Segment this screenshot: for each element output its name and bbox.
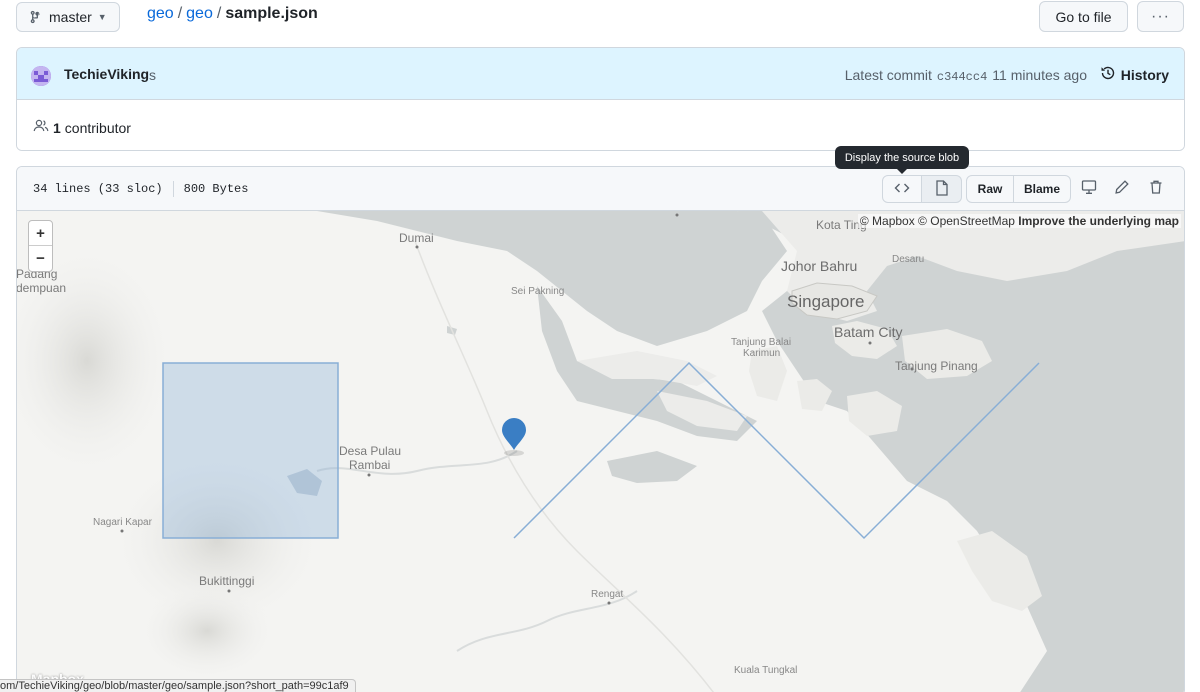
place-dot <box>367 473 371 477</box>
history-link[interactable]: History <box>1100 65 1169 84</box>
map-label: Rengat <box>591 589 624 600</box>
latest-commit-box: TechieViking s Latest commit c344cc4 11 … <box>16 47 1185 151</box>
commit-header: TechieViking s Latest commit c344cc4 11 … <box>17 48 1184 100</box>
map-label: Karimun <box>743 348 781 359</box>
map-label: Desa Pulau <box>339 444 402 458</box>
view-toggle <box>882 175 962 203</box>
place-dot <box>227 589 231 593</box>
branch-icon <box>29 10 43 24</box>
branch-selector[interactable]: master ▼ <box>16 2 120 32</box>
raw-button[interactable]: Raw <box>966 175 1014 203</box>
zoom-controls: + − <box>28 220 53 272</box>
map-label: dempuan <box>17 281 67 295</box>
file-header: 34 lines (33 sloc) 800 Bytes Raw Blame <box>17 167 1184 211</box>
commit-message-link[interactable]: s <box>149 67 156 83</box>
file-icon <box>935 179 949 199</box>
map-label: Bukittinggi <box>199 574 255 588</box>
status-bar-url: om/TechieViking/geo/blob/master/geo/samp… <box>0 679 356 692</box>
map-label: Desaru <box>892 254 925 265</box>
map-label: Kuala Tungkal <box>734 665 798 676</box>
geojson-point-marker[interactable] <box>502 418 526 450</box>
contributors-row: 1 contributor <box>17 100 1184 150</box>
map-label: Sei Pakning <box>511 286 565 297</box>
line-count: 34 lines (33 sloc) <box>33 182 163 196</box>
breadcrumb-folder-link[interactable]: geo <box>186 5 213 23</box>
divider <box>172 181 174 197</box>
improve-map-link[interactable]: Improve the underlying map <box>1018 214 1179 228</box>
tooltip: Display the source blob <box>835 146 969 174</box>
zoom-in-button[interactable]: + <box>29 221 52 246</box>
file-size: 800 Bytes <box>183 182 249 196</box>
attribution-text[interactable]: © Mapbox © OpenStreetMap <box>860 214 1015 228</box>
terrain-shade <box>137 581 277 681</box>
geojson-polygon[interactable] <box>162 362 339 539</box>
map-label: Dumai <box>399 231 434 245</box>
breadcrumb: geo / geo / sample.json <box>147 5 318 23</box>
chevron-down-icon: ▼ <box>97 12 107 22</box>
contributor-label: contributor <box>64 119 131 136</box>
file-info: 34 lines (33 sloc) 800 Bytes <box>33 181 248 197</box>
contributors-link[interactable]: 1 contributor <box>33 118 131 137</box>
contributor-count: 1 <box>53 119 61 136</box>
commit-sha-link[interactable]: c344cc4 <box>937 70 987 84</box>
marker-shadow <box>504 450 524 456</box>
raw-blame-group: Raw Blame <box>966 175 1071 203</box>
place-dot <box>415 245 419 249</box>
people-icon <box>33 118 49 137</box>
map-label: Rambai <box>349 458 391 472</box>
breadcrumb-separator: / <box>216 5 222 22</box>
repo-topbar: master ▼ geo / geo / sample.json Go to f… <box>0 0 1200 40</box>
river <box>607 451 697 483</box>
go-to-file-button[interactable]: Go to file <box>1039 1 1128 32</box>
display-rendered-button[interactable] <box>922 175 962 203</box>
history-icon <box>1100 65 1116 84</box>
river-line <box>456 590 638 652</box>
commit-author-link[interactable]: TechieViking <box>64 66 149 82</box>
breadcrumb-repo-link[interactable]: geo <box>147 5 174 23</box>
place-dot <box>868 341 872 345</box>
desktop-icon[interactable] <box>1081 179 1097 195</box>
branch-name: master <box>49 9 92 25</box>
place-dot <box>607 601 611 605</box>
breadcrumb-filename: sample.json <box>225 5 318 22</box>
avatar[interactable] <box>31 66 51 86</box>
file-viewer: 34 lines (33 sloc) 800 Bytes Raw Blame +… <box>16 166 1185 692</box>
map-canvas <box>17 211 1184 692</box>
map-label: Tanjung Pinang <box>895 359 978 373</box>
commit-meta: Latest commit c344cc4 11 minutes ago <box>845 67 1087 84</box>
place-dot <box>120 529 124 533</box>
history-label: History <box>1120 66 1169 83</box>
map-label: Johor Bahru <box>781 258 858 274</box>
trash-icon[interactable] <box>1148 179 1164 195</box>
geojson-map[interactable]: + − © Mapbox © OpenStreetMap Improve the… <box>17 211 1184 692</box>
pencil-icon[interactable] <box>1114 179 1130 195</box>
map-label: Singapore <box>787 292 865 311</box>
breadcrumb-separator: / <box>177 5 183 22</box>
map-label: Nagari Kapar <box>93 517 152 528</box>
zoom-out-button[interactable]: − <box>29 246 52 271</box>
more-options-button[interactable]: ··· <box>1137 1 1184 32</box>
code-icon <box>894 180 910 199</box>
map-label: Batam City <box>834 324 903 340</box>
commit-time: 11 minutes ago <box>992 67 1087 83</box>
blame-button[interactable]: Blame <box>1014 175 1071 203</box>
map-label: Tanjung Balai <box>731 337 792 348</box>
latest-commit-label: Latest commit <box>844 67 932 83</box>
display-source-button[interactable] <box>882 175 922 203</box>
map-attribution: © Mapbox © OpenStreetMap Improve the und… <box>857 214 1181 228</box>
place-dot <box>675 213 679 217</box>
